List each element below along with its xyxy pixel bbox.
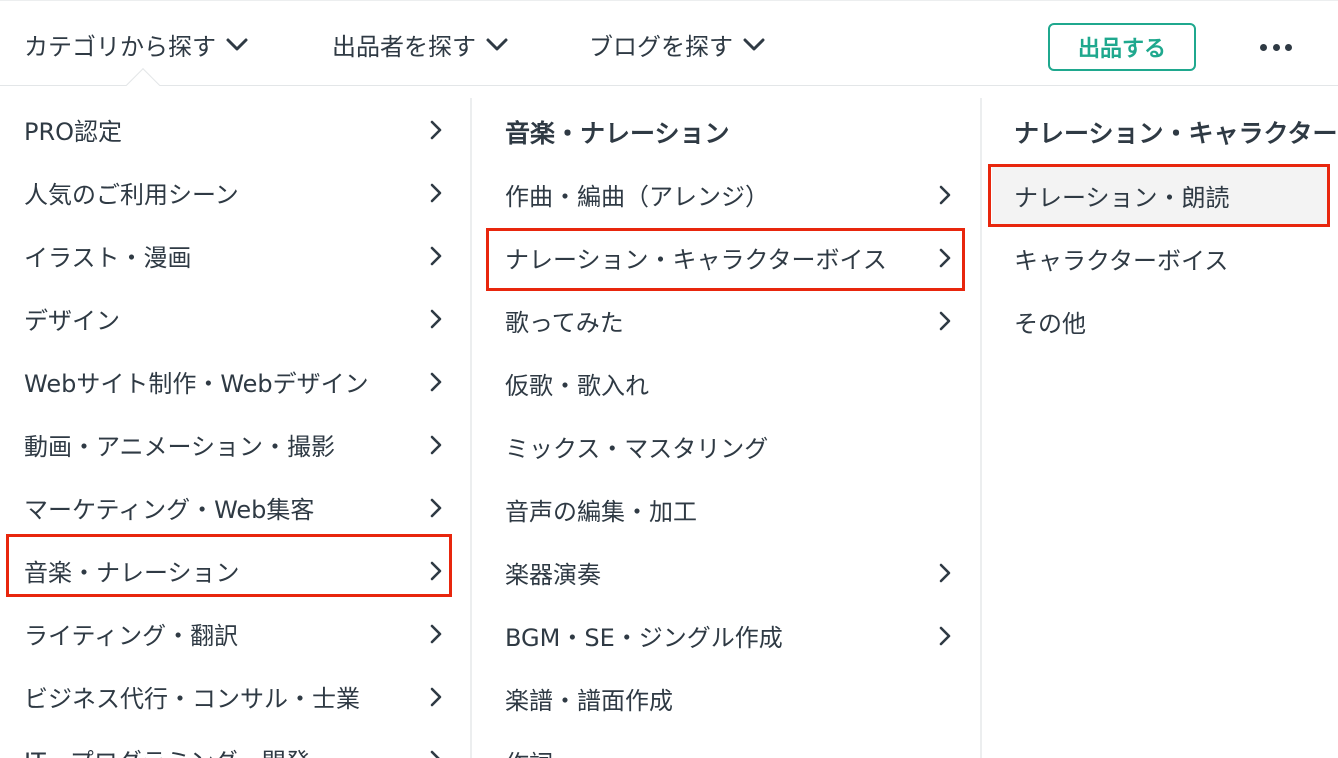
chevron-right-icon xyxy=(937,184,953,206)
menu-item-label: ナレーション・朗読 xyxy=(1014,184,1230,212)
menu-item-instrument[interactable]: 楽器演奏 xyxy=(505,541,953,604)
chevron-down-icon xyxy=(742,32,766,56)
menu-item-sheet-music[interactable]: 楽譜・譜面作成 xyxy=(505,667,953,730)
menu-item-label: BGM・SE・ジングル作成 xyxy=(505,624,783,652)
menu-item-business[interactable]: ビジネス代行・コンサル・士業 xyxy=(24,665,444,728)
chevron-right-icon xyxy=(937,247,953,269)
menu-item-label: Webサイト制作・Webデザイン xyxy=(24,370,369,398)
category-column-level2: 音楽・ナレーション 作曲・編曲（アレンジ） ナレーション・キャラクターボイス 歌… xyxy=(472,98,980,758)
blog-menu-label: ブログを探す xyxy=(589,32,733,61)
seller-menu-label: 出品者を探す xyxy=(332,32,476,61)
menu-item-popular-scenes[interactable]: 人気のご利用シーン xyxy=(24,161,444,224)
menu-item-label: イラスト・漫画 xyxy=(24,244,192,272)
menu-item-label: マーケティング・Web集客 xyxy=(24,496,315,524)
menu-item-narration-voice[interactable]: ナレーション・キャラクターボイス xyxy=(505,226,953,289)
more-options-button[interactable] xyxy=(1254,31,1298,63)
menu-item-other[interactable]: その他 xyxy=(1014,290,1338,353)
menu-item-label: 音声の編集・加工 xyxy=(505,498,697,526)
menu-item-video[interactable]: 動画・アニメーション・撮影 xyxy=(24,413,444,476)
menu-item-design[interactable]: デザイン xyxy=(24,287,444,350)
chevron-right-icon xyxy=(428,245,444,267)
menu-item-web-design[interactable]: Webサイト制作・Webデザイン xyxy=(24,350,444,413)
more-horizontal-icon xyxy=(1272,43,1280,51)
menu-item-lyrics[interactable]: 作詞 xyxy=(505,730,953,758)
chevron-right-icon xyxy=(937,310,953,332)
menu-item-label: 楽器演奏 xyxy=(505,561,601,589)
more-horizontal-icon xyxy=(1260,43,1267,51)
chevron-right-icon xyxy=(428,308,444,330)
chevron-right-icon xyxy=(428,119,444,141)
menu-item-illustration[interactable]: イラスト・漫画 xyxy=(24,224,444,287)
menu-item-label: PRO認定 xyxy=(24,118,123,146)
menu-item-writing[interactable]: ライティング・翻訳 xyxy=(24,602,444,665)
menu-item-music-narration[interactable]: 音楽・ナレーション xyxy=(24,539,444,602)
menu-item-label: その他 xyxy=(1014,310,1086,338)
menu-item-narration-reading[interactable]: ナレーション・朗読 xyxy=(992,164,1328,227)
column-heading: 音楽・ナレーション xyxy=(505,119,730,148)
menu-item-label: デザイン xyxy=(24,307,120,335)
chevron-right-icon xyxy=(937,562,953,584)
menu-item-guide-vocals[interactable]: 仮歌・歌入れ xyxy=(505,352,953,415)
menu-item-marketing[interactable]: マーケティング・Web集客 xyxy=(24,476,444,539)
menu-item-it-programming[interactable]: IT・プログラミング・開発 xyxy=(24,728,444,758)
menu-item-character-voice[interactable]: キャラクターボイス xyxy=(1014,227,1338,290)
menu-item-label: 仮歌・歌入れ xyxy=(505,372,649,400)
category-column-level3: ナレーション・キャラクターボイス ナレーション・朗読 キャラクターボイス その他 xyxy=(982,98,1338,758)
chevron-right-icon xyxy=(937,625,953,647)
chevron-right-icon xyxy=(428,371,444,393)
chevron-right-icon xyxy=(428,182,444,204)
menu-item-composition[interactable]: 作曲・編曲（アレンジ） xyxy=(505,163,953,226)
category-menu-label: カテゴリから探す xyxy=(24,32,216,61)
menu-item-label: キャラクターボイス xyxy=(1014,247,1229,275)
column-heading: ナレーション・キャラクターボイス xyxy=(1014,119,1338,148)
more-horizontal-icon xyxy=(1285,43,1292,51)
chevron-right-icon xyxy=(428,497,444,519)
menu-item-bgm-se[interactable]: BGM・SE・ジングル作成 xyxy=(505,604,953,667)
sell-button[interactable]: 出品する xyxy=(1048,23,1196,71)
chevron-down-icon xyxy=(485,32,509,56)
chevron-right-icon xyxy=(428,560,444,582)
chevron-right-icon xyxy=(428,686,444,708)
menu-item-cover-singing[interactable]: 歌ってみた xyxy=(505,289,953,352)
blog-menu-trigger[interactable]: ブログを探す xyxy=(589,1,766,87)
menu-item-label: 歌ってみた xyxy=(505,309,624,337)
top-navigation: カテゴリから探す 出品者を探す ブログを探す 出品する xyxy=(0,0,1338,86)
menu-item-label: ライティング・翻訳 xyxy=(24,622,239,650)
chevron-right-icon xyxy=(428,434,444,456)
menu-item-label: ミックス・マスタリング xyxy=(505,435,769,463)
menu-item-label: IT・プログラミング・開発 xyxy=(24,742,310,758)
chevron-right-icon xyxy=(428,623,444,645)
menu-item-label: 動画・アニメーション・撮影 xyxy=(24,433,336,461)
menu-item-label: 人気のご利用シーン xyxy=(24,181,239,209)
menu-item-mixing-mastering[interactable]: ミックス・マスタリング xyxy=(505,415,953,478)
menu-item-label: ナレーション・キャラクターボイス xyxy=(505,246,887,274)
menu-item-label: 音楽・ナレーション xyxy=(24,559,240,587)
menu-item-label: 作曲・編曲（アレンジ） xyxy=(505,183,769,211)
menu-item-audio-editing[interactable]: 音声の編集・加工 xyxy=(505,478,953,541)
seller-menu-trigger[interactable]: 出品者を探す xyxy=(332,1,509,87)
menu-item-label: ビジネス代行・コンサル・士業 xyxy=(24,685,360,713)
chevron-down-icon xyxy=(225,32,249,56)
menu-item-pro-certified[interactable]: PRO認定 xyxy=(24,98,444,161)
chevron-right-icon xyxy=(428,749,444,758)
menu-item-label: 作詞 xyxy=(505,744,553,758)
menu-item-label: 楽譜・譜面作成 xyxy=(505,687,673,715)
category-column-level1: PRO認定 人気のご利用シーン イラスト・漫画 デザイン Webサイト制作・We… xyxy=(0,98,470,758)
